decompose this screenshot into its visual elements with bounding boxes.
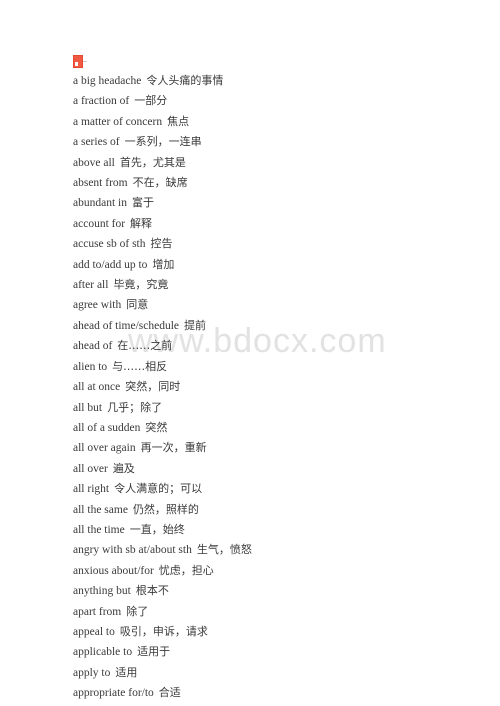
phrase-chinese: 增加 [152, 257, 175, 271]
phrase-chinese: 首先，尤其是 [119, 155, 186, 169]
document-body: a big headache 令人头痛的事情 a fraction of 一部分 a m… [73, 55, 473, 706]
phrase-chinese: 同意 [126, 298, 149, 312]
list-item: anxious about/for 忧虑，担心 [73, 561, 473, 581]
phrase-chinese: 除了 [126, 604, 149, 618]
phrase-chinese: 富于 [131, 196, 154, 210]
phrase-english: apart from [73, 605, 122, 618]
phrase-english: a fraction of [73, 95, 130, 108]
list-item: all over 遍及 [73, 459, 473, 479]
phrase-chinese: 在……之前 [117, 339, 173, 353]
list-item: all right 令人满意的；可以 [73, 479, 473, 499]
broken-image-icon [73, 55, 87, 68]
phrase-english: add to/add up to [73, 258, 148, 271]
list-item: all over again 再一次，重新 [73, 438, 473, 458]
phrase-english: accuse sb of sth [73, 238, 146, 251]
phrase-chinese: 与……相反 [112, 359, 168, 373]
phrase-english: all the same [73, 503, 128, 516]
list-item: applicable to 适用于 [73, 642, 473, 662]
list-item: all but 几乎；除了 [73, 398, 473, 418]
phrase-english: all over [73, 462, 108, 475]
list-item: appropriate for/to 合适 [73, 683, 473, 703]
phrase-chinese: 忧虑，担心 [158, 563, 214, 577]
phrase-chinese: 合适 [158, 686, 181, 700]
phrase-chinese: 吸引，申诉，请求 [119, 624, 208, 638]
list-item: all the same 仍然，照样的 [73, 500, 473, 520]
phrase-chinese: 不在，缺席 [132, 176, 188, 190]
list-item: alien to 与……相反 [73, 357, 473, 377]
phrase-english: appropriate for/to [73, 687, 154, 700]
phrase-english: all right [73, 483, 110, 496]
phrase-english: all of a sudden [73, 421, 141, 434]
phrase-english: agree with [73, 299, 122, 312]
phrase-english: all at once [73, 381, 121, 394]
phrase-english: a series of [73, 136, 120, 149]
list-item: above all 首先，尤其是 [73, 153, 473, 173]
phrase-chinese: 控告 [150, 237, 173, 251]
phrase-chinese: 遍及 [112, 461, 135, 475]
list-item: a fraction of 一部分 [73, 91, 473, 111]
phrase-chinese: 突然 [145, 420, 168, 434]
phrase-english: alien to [73, 360, 108, 373]
phrase-english: all but [73, 401, 103, 414]
list-item: all the time 一直，始终 [73, 520, 473, 540]
phrase-english: appeal to [73, 625, 115, 638]
phrase-chinese: 令人头痛的事情 [146, 74, 224, 87]
phrase-english: above all [73, 156, 115, 169]
phrase-chinese: 突然，同时 [125, 380, 181, 394]
list-item: add to/add up to 增加 [73, 255, 473, 275]
phrase-chinese: 一直，始终 [129, 522, 185, 536]
document-page: www.bdocx.com a big headache 令人头痛的事情 a fra… [0, 0, 500, 706]
list-item: anything but 根本不 [73, 581, 473, 601]
phrase-english: absent from [73, 177, 128, 190]
phrase-english: abundant in [73, 197, 127, 210]
phrase-english: applicable to [73, 646, 133, 659]
list-item: abundant in 富于 [73, 193, 473, 213]
phrase-english: ahead of time/schedule [73, 319, 180, 332]
phrase-chinese: 根本不 [135, 584, 169, 598]
phrase-english: all the time [73, 523, 125, 536]
list-item: a series of 一系列，一连串 [73, 132, 473, 152]
list-item: after all 毕竟，究竟 [73, 275, 473, 295]
list-item: agree with 同意 [73, 295, 473, 315]
phrase-chinese: 提前 [184, 318, 207, 332]
phrase-chinese: 一系列，一连串 [124, 135, 202, 149]
list-item: ahead of 在……之前 [73, 336, 473, 356]
phrase-english: anything but [73, 585, 131, 598]
list-item: apply to 适用 [73, 663, 473, 683]
phrase-chinese: 适用于 [137, 645, 171, 659]
list-item: all of a sudden 突然 [73, 418, 473, 438]
phrase-list: a big headache 令人头痛的事情 a fraction of 一部分 a m… [73, 71, 473, 706]
list-item: all at once 突然，同时 [73, 377, 473, 397]
list-item: absent from 不在，缺席 [73, 173, 473, 193]
list-item: accuse sb of sth 控告 [73, 234, 473, 254]
phrase-english: account for [73, 217, 126, 230]
phrase-chinese: 几乎；除了 [107, 400, 163, 414]
list-item: a matter of concern 焦点 [73, 112, 473, 132]
phrase-english: ahead of [73, 340, 113, 353]
phrase-english: angry with sb at/about sth [73, 544, 192, 557]
phrase-chinese: 焦点 [167, 114, 190, 128]
phrase-english: after all [73, 279, 109, 292]
phrase-english: a big headache [73, 75, 142, 87]
phrase-english: all over again [73, 442, 136, 455]
phrase-chinese: 仍然，照样的 [132, 502, 199, 516]
list-item: a big headache 令人头痛的事情 [73, 71, 473, 91]
phrase-english: apply to [73, 666, 111, 679]
phrase-chinese: 生气，愤怒 [196, 543, 252, 557]
list-item: ahead of time/schedule 提前 [73, 316, 473, 336]
list-item: appeal to 吸引，申诉，请求 [73, 622, 473, 642]
phrase-english: anxious about/for [73, 564, 154, 577]
phrase-chinese: 再一次，重新 [140, 441, 207, 455]
phrase-chinese: 一部分 [134, 94, 168, 108]
phrase-english: a matter of concern [73, 115, 163, 128]
phrase-chinese: 毕竟，究竟 [113, 278, 169, 292]
phrase-chinese: 令人满意的；可以 [114, 482, 203, 496]
list-item: angry with sb at/about sth 生气，愤怒 [73, 540, 473, 560]
list-item: account for 解释 [73, 214, 473, 234]
phrase-chinese: 适用 [115, 665, 138, 679]
phrase-chinese: 解释 [130, 216, 153, 230]
list-item: apart from 除了 [73, 602, 473, 622]
